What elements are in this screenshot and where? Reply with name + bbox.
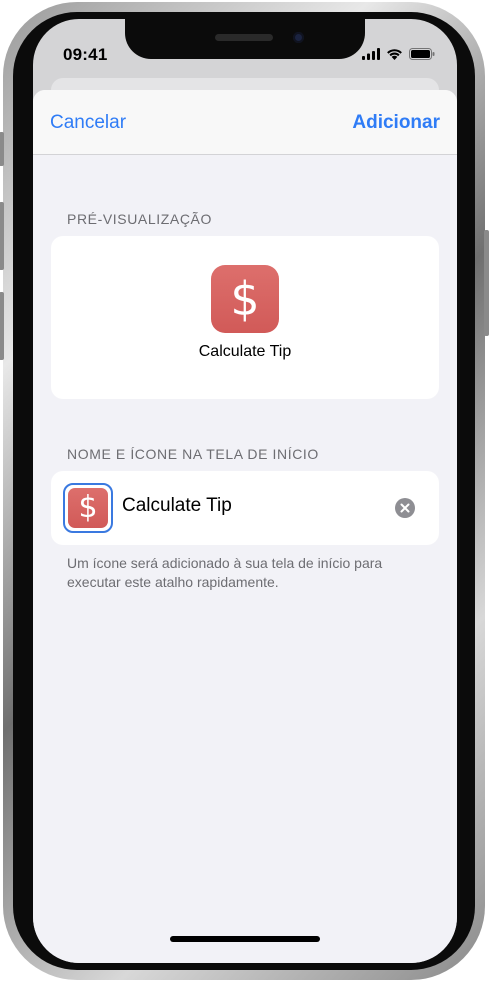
cancel-button[interactable]: Cancelar	[50, 112, 126, 134]
home-screen-name-input[interactable]	[122, 495, 382, 517]
status-time: 09:41	[63, 45, 108, 64]
preview-app-icon: $	[211, 265, 279, 333]
battery-icon	[409, 48, 435, 60]
preview-card: $ Calculate Tip	[51, 236, 439, 399]
dollar-icon: $	[78, 490, 98, 525]
add-button[interactable]: Adicionar	[352, 112, 440, 134]
icon-picker-button[interactable]: $	[63, 483, 113, 533]
notch	[125, 19, 365, 59]
power-button	[484, 230, 489, 336]
preview-section-header: PRÉ-VISUALIZAÇÃO	[67, 211, 212, 227]
home-app-icon: $	[68, 488, 108, 528]
wifi-icon	[387, 49, 402, 60]
dollar-icon: $	[230, 272, 260, 326]
cellular-signal-icon	[362, 48, 380, 60]
volume-down-button	[0, 292, 4, 360]
navigation-bar: Cancelar Adicionar	[33, 90, 457, 155]
status-icons	[362, 47, 435, 61]
speaker-grille	[215, 34, 273, 41]
name-and-icon-row: $	[51, 471, 439, 545]
home-screen-section-header: NOME E ÍCONE NA TELA DE INÍCIO	[67, 446, 319, 462]
volume-up-button	[0, 202, 4, 270]
preview-app-name: Calculate Tip	[198, 343, 292, 360]
clear-text-button[interactable]	[395, 498, 415, 518]
add-to-home-sheet: Cancelar Adicionar PRÉ-VISUALIZAÇÃO $ Ca…	[33, 90, 457, 963]
silent-switch	[0, 132, 4, 166]
close-icon	[400, 503, 410, 513]
footer-note: Um ícone será adicionado à sua tela de i…	[67, 555, 383, 590]
home-indicator[interactable]	[170, 936, 320, 942]
front-camera	[293, 32, 304, 43]
screen: 09:41 Cancelar Adicionar PRÉ-VISUALIZAÇÃ…	[33, 19, 457, 963]
